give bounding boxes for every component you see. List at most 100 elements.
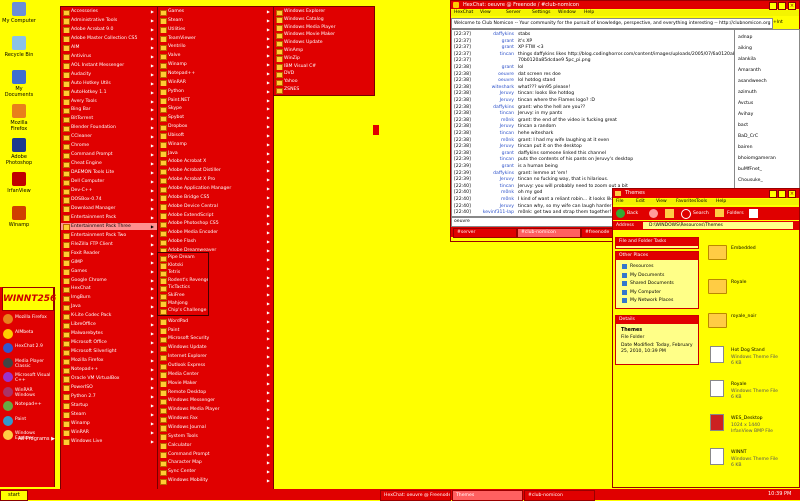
menu-item[interactable]: Adobe Master Collection CS5 ▶	[61, 35, 157, 43]
start-menu-item[interactable]: Paint	[3, 415, 53, 429]
channel-tab[interactable]: #club-nomicon	[517, 228, 581, 238]
menu-item[interactable]: WinZip	[274, 55, 374, 63]
explorer-menu-item[interactable]: Edit	[636, 199, 645, 205]
menu-item[interactable]: Windows Live ▶	[61, 438, 157, 446]
menu-item[interactable]: Winamp ▶	[61, 420, 157, 428]
file-item[interactable]: royale_noir	[705, 311, 797, 341]
menu-item[interactable]: Blender Foundation ▶	[61, 124, 157, 132]
minimize-button[interactable]	[769, 190, 777, 198]
menu-item[interactable]: Entertainment Pack ▶	[61, 214, 157, 222]
menu-item[interactable]: Calculator ▶	[158, 442, 273, 450]
hexchat-menu-item[interactable]: Server	[506, 10, 521, 16]
start-menu-item[interactable]: AIMbeta	[3, 328, 53, 342]
menu-item[interactable]: Skype ▶	[158, 105, 273, 113]
start-menu-item[interactable]: WinRAR Windows	[3, 386, 53, 400]
menu-item[interactable]: IBM Visual C#	[274, 63, 374, 71]
menu-item[interactable]: Adobe Device Central ▶	[158, 203, 273, 211]
menu-item[interactable]: Java ▶	[158, 150, 273, 158]
user-list-item[interactable]: aiking	[738, 43, 796, 54]
menu-item[interactable]: Windows Update	[274, 39, 374, 47]
file-item[interactable]: Royale Windows Theme File 6 KB	[705, 379, 797, 409]
menu-item[interactable]: Avery Tools ▶	[61, 98, 157, 106]
menu-item[interactable]: Antivirus ▶	[61, 53, 157, 61]
menu-item[interactable]: Adobe Flash ▶	[158, 238, 273, 246]
menu-item[interactable]: Adobe Acrobat 9.0 ▶	[61, 26, 157, 34]
taskbar-button[interactable]: #club-nomicon	[524, 490, 595, 501]
menu-item[interactable]: TicTactics	[158, 284, 208, 292]
menu-item[interactable]: CCleaner ▶	[61, 133, 157, 141]
menu-item[interactable]: Adobe Photoshop CS5 ▶	[158, 220, 273, 228]
menu-item[interactable]: DVD	[274, 70, 374, 78]
menu-item[interactable]: Chip's Challenge	[158, 307, 208, 315]
folders-icon[interactable]	[715, 209, 724, 217]
back-icon[interactable]	[616, 209, 625, 218]
folders-button-label[interactable]: Folders	[727, 211, 744, 216]
menu-item[interactable]: Microsoft Office ▶	[61, 339, 157, 347]
menu-item[interactable]: Windows Catalog	[274, 16, 374, 24]
menu-item[interactable]: Accessories ▶	[61, 8, 157, 16]
menu-item[interactable]: Adobe Acrobat X Pro ▶	[158, 176, 273, 184]
forward-icon[interactable]	[649, 209, 658, 218]
menu-item[interactable]: Adobe Media Encoder ▶	[158, 229, 273, 237]
file-item[interactable]: Hot Dog Stand Windows Theme File 6 KB	[705, 345, 797, 375]
menu-item[interactable]: Auto Hotkey Utils ▶	[61, 80, 157, 88]
hexchat-menu-item[interactable]: Help	[584, 10, 594, 16]
menu-item[interactable]: Rodent's Revenge	[158, 277, 208, 285]
desktop-icon[interactable]: Adobe Photoshop	[2, 138, 36, 166]
menu-item[interactable]: Google Chrome ▶	[61, 277, 157, 285]
minimize-button[interactable]	[769, 2, 777, 10]
maximize-button[interactable]	[778, 190, 786, 198]
menu-item[interactable]: FileZilla FTP Client ▶	[61, 241, 157, 249]
desktop-icon[interactable]: Winamp	[2, 206, 36, 228]
explorer-menu-item[interactable]: File	[616, 199, 624, 205]
close-button[interactable]: ×	[788, 190, 796, 198]
taskbar-button[interactable]: Themes	[452, 490, 523, 501]
menu-item[interactable]: Media Center ▶	[158, 371, 273, 379]
user-list-item[interactable]: alankila	[738, 54, 796, 65]
menu-item[interactable]: Windows Movie Maker	[274, 31, 374, 39]
menu-item[interactable]: WinAmp	[274, 47, 374, 55]
menu-item[interactable]: Windows Media Player	[274, 24, 374, 32]
menu-item[interactable]: Notepad++ ▶	[61, 366, 157, 374]
menu-item[interactable]: AutoHotkey 1.1 ▶	[61, 89, 157, 97]
menu-item[interactable]: Internet Explorer ▶	[158, 353, 273, 361]
menu-item[interactable]: Adobe Acrobat Distiller ▶	[158, 167, 273, 175]
menu-item[interactable]: Foxit Reader ▶	[61, 250, 157, 258]
hexchat-menu-item[interactable]: Settings	[532, 10, 550, 16]
hexchat-titlebar[interactable]: HexChat: oeuvre @ Freenode / #club-nomic…	[451, 1, 799, 10]
menu-item[interactable]: Paint.NET ▶	[158, 97, 273, 105]
menu-item[interactable]: Dell Computer ▶	[61, 178, 157, 186]
menu-item[interactable]: AIM ▶	[61, 44, 157, 52]
panel-header[interactable]: Other Places	[616, 252, 698, 260]
menu-item[interactable]: ZSNES	[274, 86, 374, 94]
explorer-menu-item[interactable]: Tools	[696, 199, 707, 205]
user-list-item[interactable]: Avctus	[738, 98, 796, 109]
start-menu-item[interactable]: Media Player Classic	[3, 357, 53, 371]
user-list-item[interactable]: bhoiomgameran	[738, 153, 796, 164]
file-item[interactable]: Embedded	[705, 243, 797, 273]
menu-item[interactable]: Dev-C++ ▶	[61, 187, 157, 195]
menu-item[interactable]: Adobe Acrobat X ▶	[158, 158, 273, 167]
user-list-item[interactable]: buMfFnet_	[738, 164, 796, 175]
menu-item[interactable]: K-Lite Codec Pack ▶	[61, 312, 157, 320]
menu-item[interactable]: Microsoft Silverlight ▶	[61, 348, 157, 356]
menu-item[interactable]: Yahoo	[274, 78, 374, 86]
menu-item[interactable]: Klotski	[158, 262, 208, 270]
menu-item[interactable]: Chrome ▶	[61, 142, 157, 150]
panel-header[interactable]: File and Folder Tasks	[616, 238, 698, 246]
menu-item[interactable]: System Tools ▶	[158, 433, 273, 441]
menu-item[interactable]: Winamp ▶	[158, 61, 273, 69]
menu-item[interactable]: Steam ▶	[61, 411, 157, 419]
all-programs-button[interactable]: All Programs ▶	[18, 436, 55, 442]
menu-item[interactable]: Adobe Application Manager ▶	[158, 185, 273, 193]
start-menu-item[interactable]: HexChat 2.9	[3, 342, 53, 356]
menu-item[interactable]: Paint ▶	[158, 327, 273, 335]
menu-item[interactable]: Audacity ▶	[61, 71, 157, 79]
menu-item[interactable]: Remote Desktop ▶	[158, 389, 273, 397]
menu-item[interactable]: GIMP ▶	[61, 259, 157, 267]
menu-item[interactable]: Notepad++ ▶	[158, 70, 273, 78]
desktop-icon[interactable]: Recycle Bin	[2, 36, 36, 58]
explorer-menu-item[interactable]: View	[656, 199, 667, 205]
user-list-item[interactable]: Amaranth	[738, 65, 796, 76]
menu-item[interactable]: WinRAR ▶	[61, 429, 157, 437]
